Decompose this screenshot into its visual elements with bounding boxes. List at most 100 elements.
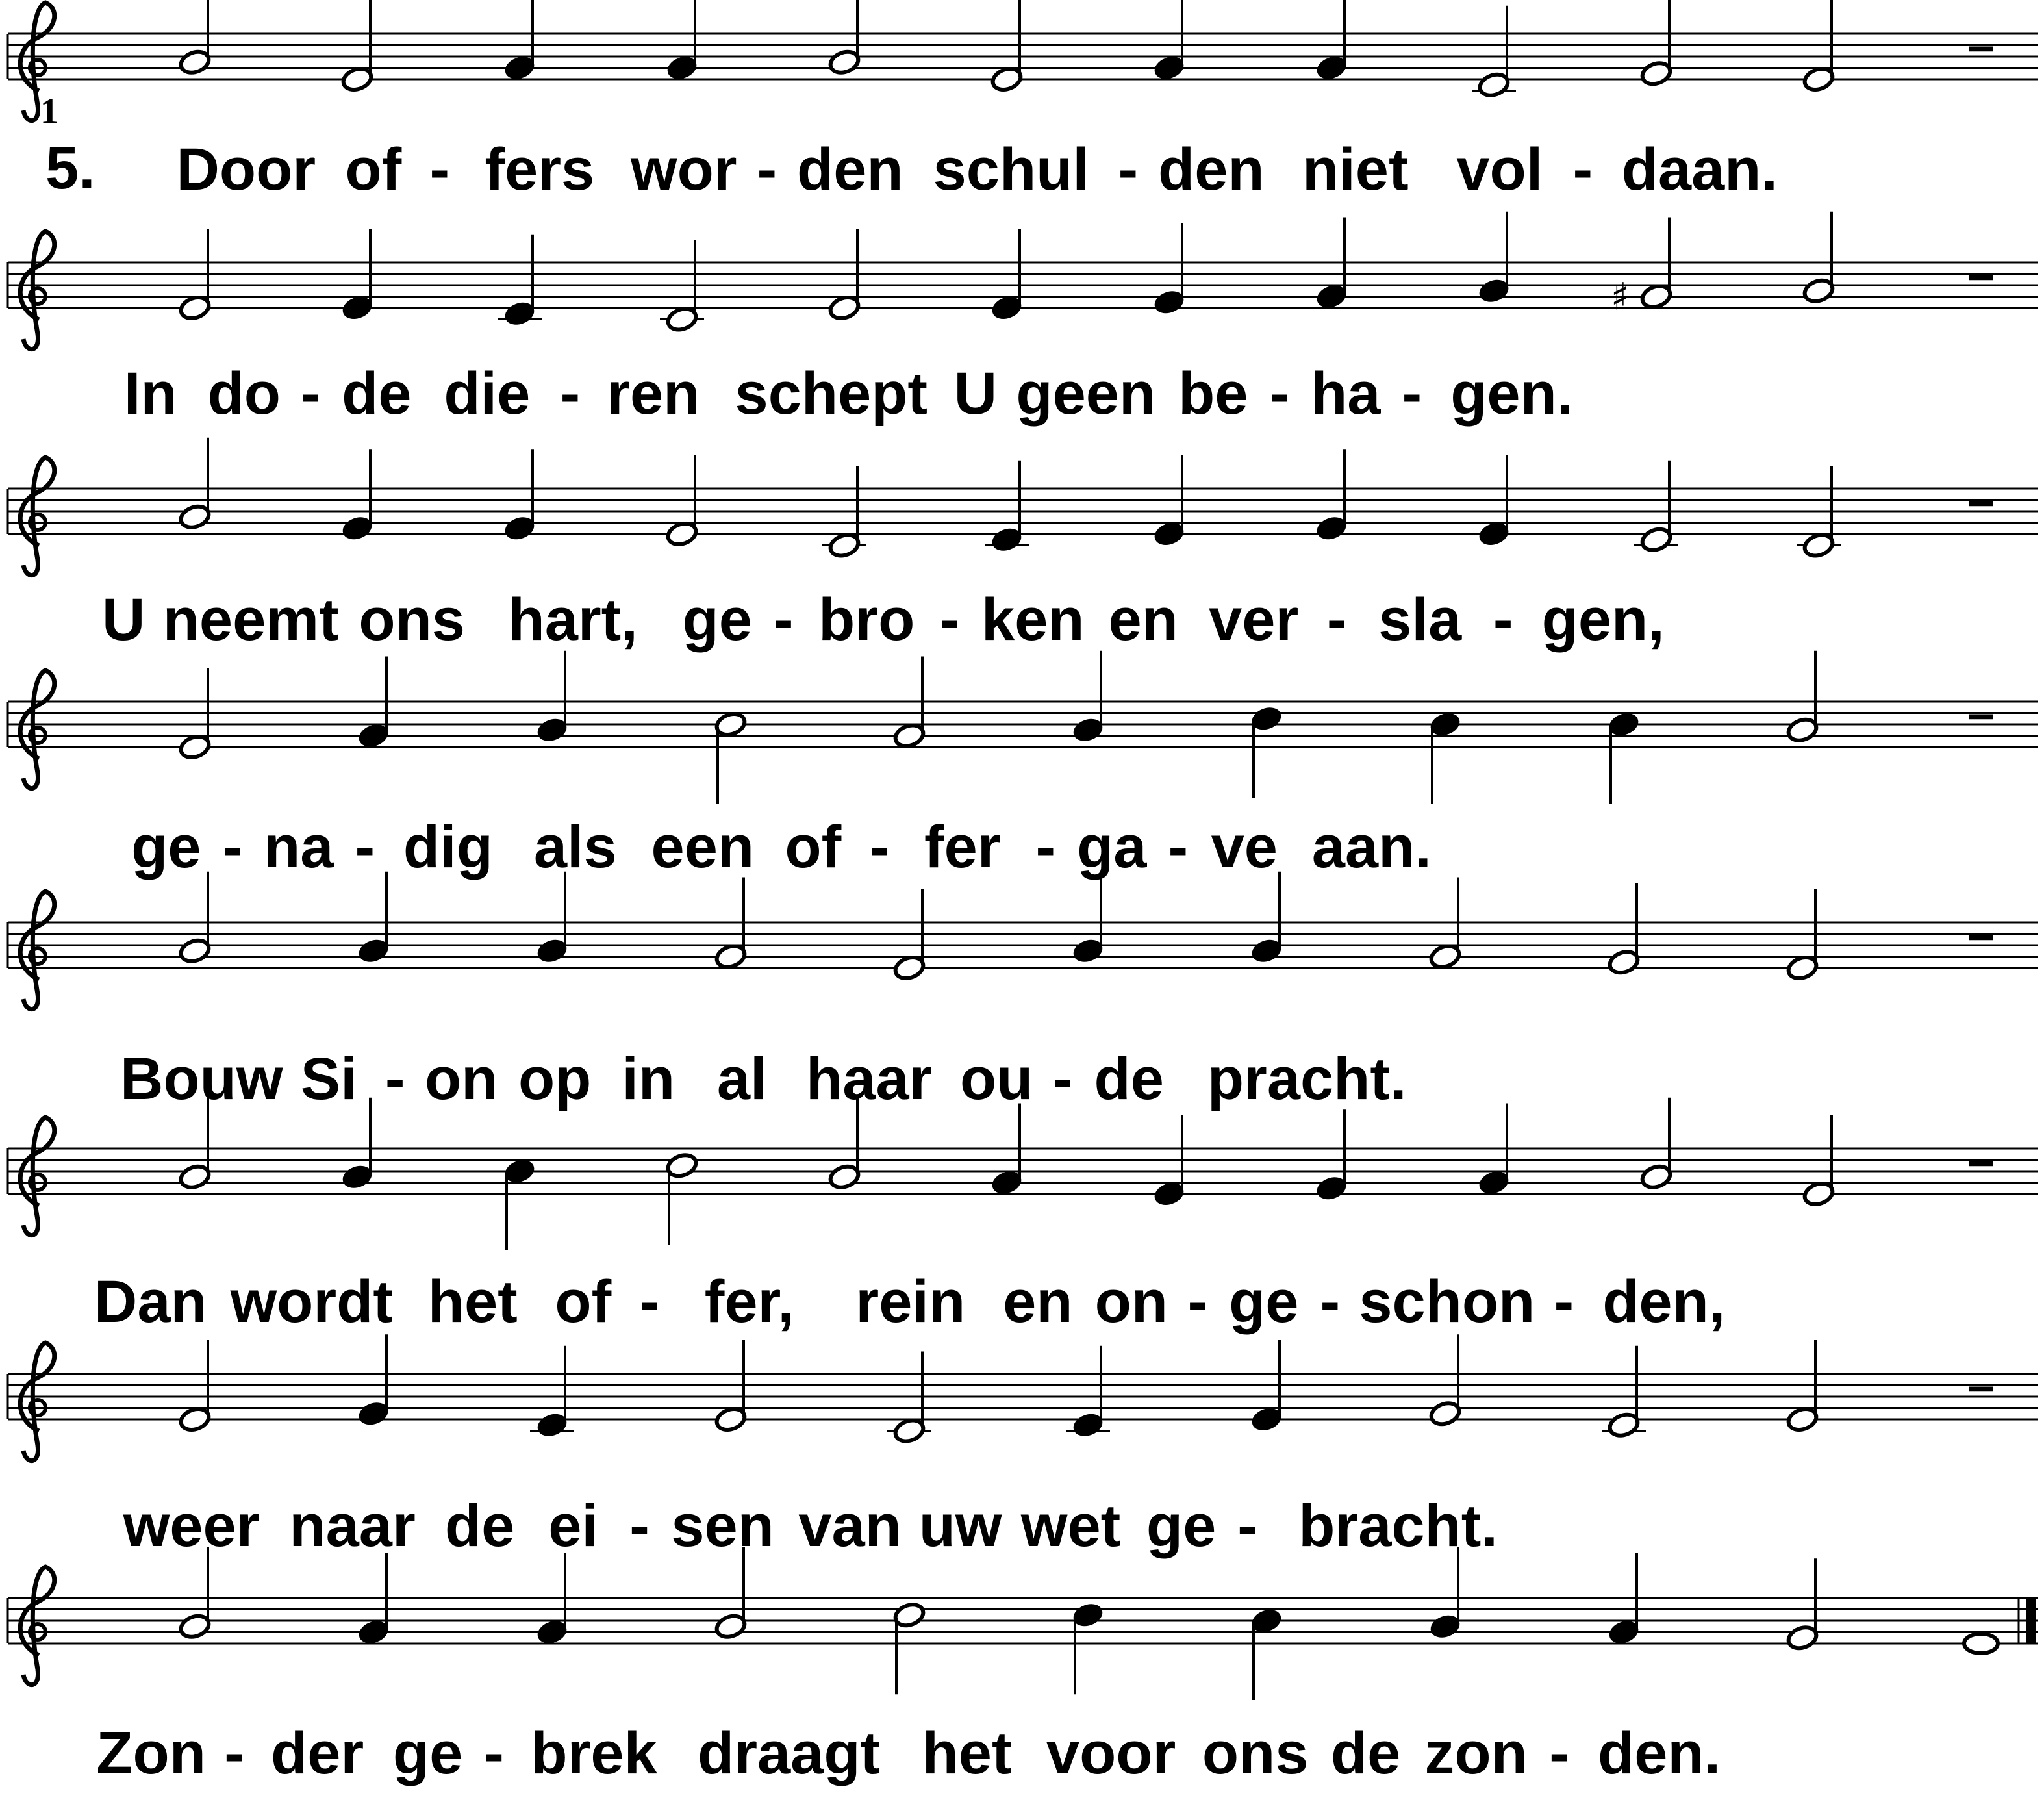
- note: [1479, 1103, 1509, 1194]
- note: [714, 877, 747, 969]
- note: [359, 656, 388, 747]
- lyric-syllable: Bouw: [120, 1046, 283, 1112]
- note: [1786, 889, 1819, 980]
- note: [666, 1153, 698, 1245]
- lyric-syllable: ei: [548, 1493, 598, 1559]
- note: [179, 0, 211, 75]
- note: [990, 0, 1023, 92]
- note: [1429, 877, 1461, 969]
- lyric-syllable: fer,: [705, 1269, 794, 1335]
- staff-system: [6, 1547, 2038, 1700]
- lyric-syllable: ha: [1311, 361, 1381, 427]
- lyric-syllable: wet: [1020, 1493, 1120, 1559]
- note: [893, 656, 926, 748]
- lyric-syllable: Si: [301, 1046, 357, 1112]
- lyric-syllable: fers: [485, 136, 594, 203]
- lyric-syllable: sen: [671, 1493, 774, 1559]
- lyric-syllable: fer: [924, 814, 1001, 880]
- lyric-syllable: Door: [176, 136, 316, 203]
- lyric-syllable: op: [518, 1046, 591, 1112]
- staff-system: [6, 650, 2038, 804]
- note: [498, 234, 542, 325]
- lyric-syllable: het: [922, 1720, 1012, 1786]
- lyric-syllable: als: [534, 814, 617, 880]
- note: [1066, 1345, 1110, 1436]
- note: [1073, 871, 1103, 962]
- lyric-hyphen: -: [1327, 587, 1347, 653]
- lyric-syllable: ons: [1202, 1720, 1309, 1786]
- note: [1786, 650, 1819, 742]
- note: [1609, 1553, 1639, 1643]
- half-rest-icon: [1969, 714, 1993, 720]
- note: [660, 240, 704, 332]
- note: [1479, 211, 1509, 302]
- note: [1154, 1115, 1184, 1205]
- lyric-syllable: niet: [1302, 136, 1409, 203]
- lyric-syllable: schept: [735, 361, 928, 427]
- lyric-syllable: den: [797, 136, 903, 203]
- lyric-hyphen: -: [940, 587, 960, 653]
- note: [822, 466, 866, 558]
- note: [1602, 1345, 1646, 1438]
- lyric-syllable: ge: [1146, 1493, 1216, 1559]
- lyric-hyphen: -: [1237, 1493, 1257, 1559]
- staff-system: [6, 871, 2038, 1012]
- lyric-syllable: al: [717, 1046, 767, 1112]
- note: [1252, 1610, 1281, 1700]
- lyric-syllable: ga: [1077, 814, 1147, 880]
- lyric-syllable: sla: [1378, 587, 1462, 653]
- lyric-syllable: on: [425, 1046, 498, 1112]
- staff-system: [6, 1334, 2038, 1464]
- lyric-syllable: ge: [131, 814, 201, 880]
- lyric-syllable: een: [651, 814, 755, 880]
- lyric-syllable: on: [1095, 1269, 1168, 1335]
- lyric-syllable: Dan: [94, 1269, 207, 1335]
- staff-system: [6, 437, 2038, 578]
- lyric-syllable: der: [271, 1720, 364, 1786]
- note: [1786, 1558, 1819, 1651]
- note: [1317, 1109, 1346, 1200]
- lyric-syllable: het: [428, 1269, 518, 1335]
- lyric-syllable: ge: [393, 1720, 462, 1786]
- lyric-hyphen: -: [1549, 1720, 1569, 1786]
- lyric-syllable: dig: [403, 814, 493, 880]
- half-rest-icon: [1969, 46, 1993, 52]
- lyric-syllable: ken: [981, 587, 1085, 653]
- lyric-syllable: Zon: [96, 1720, 206, 1786]
- lyric-syllable: vol: [1456, 136, 1543, 203]
- lyrics-layer: Door of - fers wor - den schul - den niet vol - daan.…: [94, 136, 1778, 1786]
- lyric-syllable: haar: [806, 1046, 932, 1112]
- lyric-hyphen: -: [224, 1720, 244, 1786]
- lyric-syllable: neemt: [163, 587, 339, 653]
- lyric-syllable: ons: [359, 587, 465, 653]
- note: [1430, 713, 1460, 804]
- lyric-syllable: draagt: [698, 1720, 880, 1786]
- lyric-hyphen: -: [300, 361, 320, 427]
- staff-system: ♯: [6, 211, 2038, 352]
- note: [1154, 455, 1184, 545]
- lyric-syllable: ge: [683, 587, 752, 653]
- half-rest-icon: [1969, 935, 1993, 941]
- lyric-syllable: die: [444, 361, 530, 427]
- note: [828, 0, 861, 75]
- lyric-syllable: en: [1003, 1269, 1072, 1335]
- note: [828, 229, 861, 320]
- note: [1252, 1340, 1281, 1430]
- note: [1472, 5, 1516, 97]
- note: [1429, 1334, 1461, 1427]
- lyric-syllable: U: [102, 587, 145, 653]
- note: [1317, 449, 1346, 540]
- lyric-hyphen: -: [639, 1269, 659, 1335]
- lyric-syllable: de: [342, 361, 411, 427]
- staff-system: [6, 1097, 2038, 1250]
- lyric-line: ge - na - dig als een of - fer - ga - ve aan.: [131, 814, 1432, 880]
- note: [342, 449, 372, 540]
- lyric-hyphen: -: [1035, 814, 1055, 880]
- note: [666, 455, 698, 546]
- lyric-hyphen: -: [1053, 1046, 1073, 1112]
- note: [1802, 211, 1835, 303]
- lyric-syllable: ren: [607, 361, 700, 427]
- note: [992, 1103, 1022, 1194]
- note: [537, 1553, 567, 1643]
- lyric-syllable: zon: [1424, 1720, 1527, 1786]
